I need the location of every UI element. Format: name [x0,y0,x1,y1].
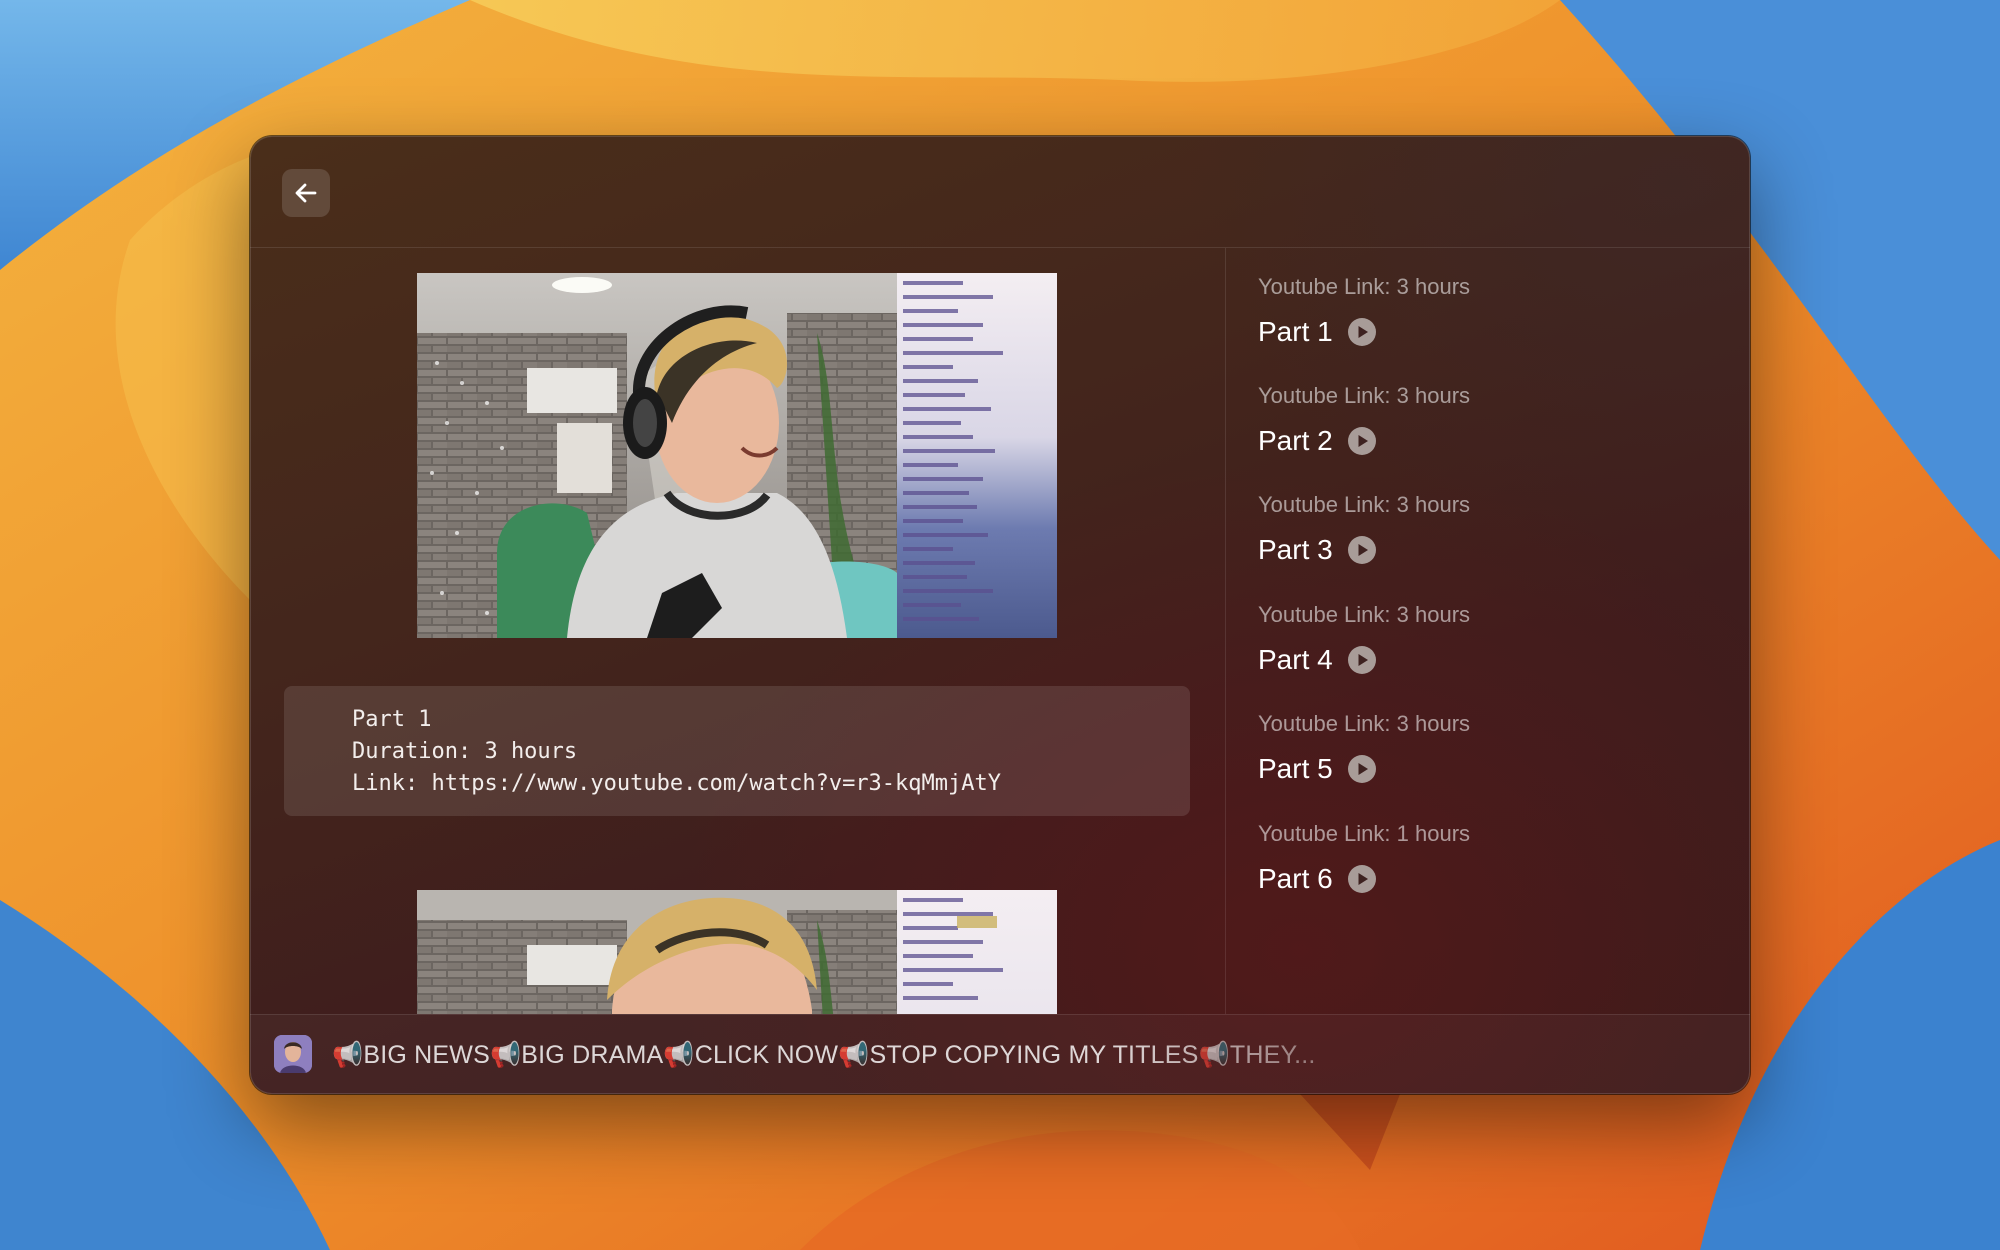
play-circle-icon[interactable] [1347,754,1377,784]
ticker-text: 📢BIG NEWS📢BIG DRAMA📢CLICK NOW📢STOP COPYI… [332,1040,1316,1069]
play-circle-icon[interactable] [1347,535,1377,565]
video-thumbnail [417,890,1057,1014]
app-window: Part 1 Duration: 3 hours Link: https://w… [250,136,1750,1094]
video-info-code-block[interactable]: Part 1 Duration: 3 hours Link: https://w… [284,686,1190,816]
arrow-left-icon [295,183,317,203]
play-circle-icon[interactable] [1347,426,1377,456]
list-item-part-4[interactable]: Youtube Link: 3 hours Part 4 [1258,600,1718,676]
avatar[interactable] [274,1035,312,1073]
ticker: 📢BIG NEWS📢BIG DRAMA📢CLICK NOW📢STOP COPYI… [332,1015,1332,1094]
code-line-link: Link: https://www.youtube.com/watch?v=r3… [352,771,1002,796]
list-item-subtitle: Youtube Link: 3 hours [1258,602,1471,627]
play-circle-icon[interactable] [1347,864,1377,894]
code-line-duration: Duration: 3 hours [352,739,578,764]
list-item-part-5[interactable]: Youtube Link: 3 hours Part 5 [1258,709,1718,785]
list-item-subtitle: Youtube Link: 3 hours [1258,274,1471,299]
list-item-title: Part 6 [1258,863,1333,894]
list-item-title: Part 4 [1258,644,1333,675]
window-header [250,136,1750,248]
back-button[interactable] [282,169,330,217]
list-item-title: Part 1 [1258,316,1333,347]
list-item-subtitle: Youtube Link: 3 hours [1258,711,1471,736]
list-item-subtitle: Youtube Link: 3 hours [1258,383,1471,408]
detail-pane[interactable]: Part 1 Duration: 3 hours Link: https://w… [250,248,1224,1014]
list-item-part-1[interactable]: Youtube Link: 3 hours Part 1 [1258,272,1718,348]
list-item-subtitle: Youtube Link: 3 hours [1258,492,1471,517]
list-item-title: Part 5 [1258,753,1333,784]
list-item-subtitle: Youtube Link: 1 hours [1258,821,1471,846]
parts-list[interactable]: Youtube Link: 3 hours Part 1 Youtube Lin… [1226,248,1750,1014]
footer-bar: 📢BIG NEWS📢BIG DRAMA📢CLICK NOW📢STOP COPYI… [250,1014,1750,1094]
play-circle-icon[interactable] [1347,645,1377,675]
video-thumbnail [417,273,1057,638]
list-item-part-6[interactable]: Youtube Link: 1 hours Part 6 [1258,819,1718,895]
list-item-part-2[interactable]: Youtube Link: 3 hours Part 2 [1258,381,1718,457]
list-item-title: Part 2 [1258,425,1333,456]
list-item-part-3[interactable]: Youtube Link: 3 hours Part 3 [1258,490,1718,566]
list-item-title: Part 3 [1258,534,1333,565]
play-circle-icon[interactable] [1347,317,1377,347]
code-line-title: Part 1 [352,707,432,732]
